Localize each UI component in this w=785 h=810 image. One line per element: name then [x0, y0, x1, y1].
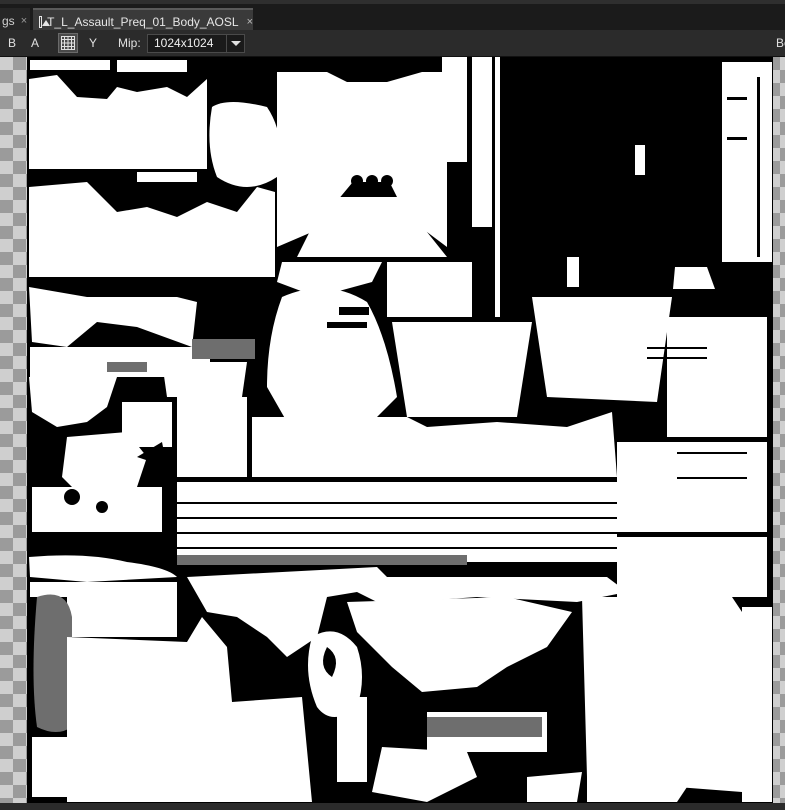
chevron-down-icon — [226, 35, 244, 52]
close-icon[interactable]: × — [21, 15, 27, 27]
tab-texture-label: T_L_Assault_Preq_01_Body_AOSL — [47, 15, 239, 29]
close-icon[interactable]: × — [247, 16, 253, 28]
texture-viewport[interactable] — [0, 57, 785, 810]
grid-icon — [61, 36, 75, 50]
mip-select[interactable]: 1024x1024 — [147, 34, 245, 53]
mip-value: 1024x1024 — [154, 36, 214, 50]
status-strip — [0, 803, 785, 810]
toolbar-right-label: Bo — [776, 36, 785, 50]
viewer-toolbar: B A Y Mip: 1024x1024 Bo — [0, 30, 785, 57]
mip-label: Mip: — [118, 36, 141, 50]
uv-texture-image — [27, 57, 773, 803]
tab-bar: gs × T_L_Assault_Preq_01_Body_AOSL × — [0, 0, 785, 34]
channel-b-button[interactable]: B — [6, 34, 18, 53]
tab-previous-label: gs — [2, 14, 15, 28]
image-icon — [39, 16, 51, 28]
grid-toggle-button[interactable] — [58, 33, 78, 53]
channel-a-button[interactable]: A — [29, 34, 41, 53]
channel-y-button[interactable]: Y — [87, 34, 99, 53]
